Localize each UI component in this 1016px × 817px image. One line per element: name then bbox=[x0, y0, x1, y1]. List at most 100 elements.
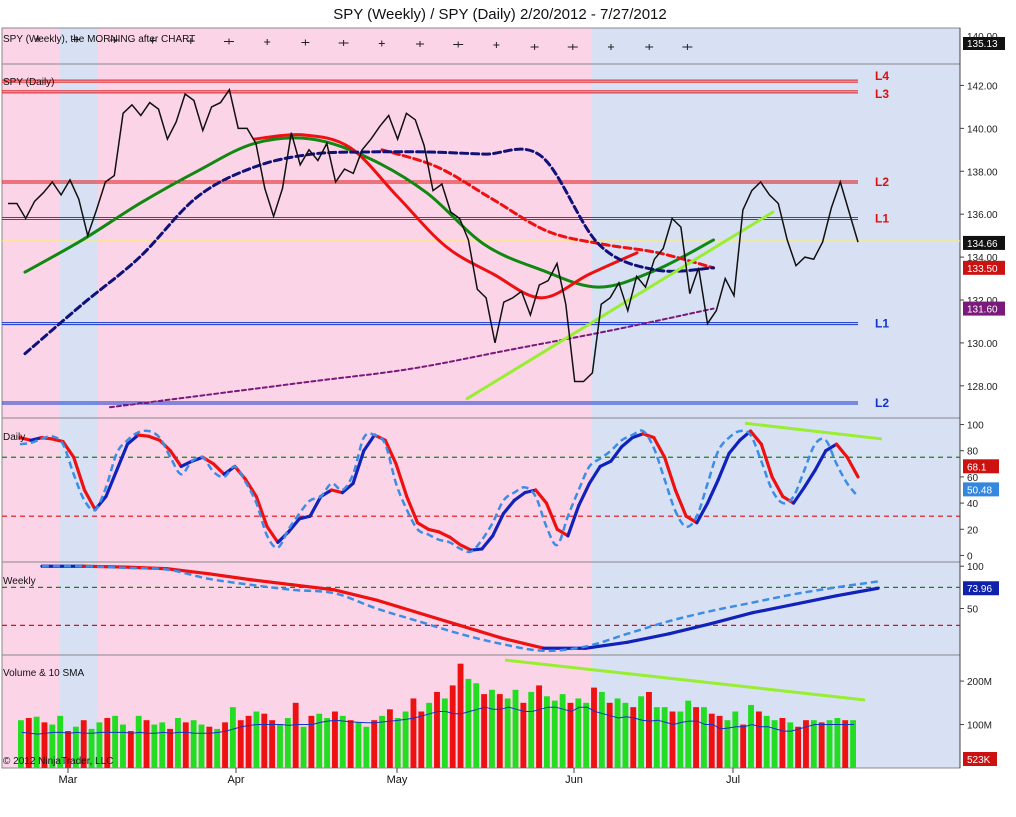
daily-stoch-label: Daily bbox=[3, 432, 25, 443]
level-label-l2: L2 bbox=[875, 396, 889, 410]
level-label-l1: L1 bbox=[875, 211, 889, 225]
volume-bar bbox=[120, 724, 126, 768]
stoch-k-segment bbox=[136, 433, 151, 438]
volume-badge: 523K bbox=[967, 755, 991, 766]
volume-bar bbox=[371, 720, 378, 768]
volume-bar bbox=[449, 685, 456, 768]
volume-bar bbox=[308, 715, 315, 768]
volume-bar bbox=[379, 715, 385, 768]
volume-bar bbox=[198, 724, 205, 768]
volume-bar bbox=[834, 718, 841, 768]
y-tick-label: 142.00 bbox=[967, 81, 998, 92]
volume-bar bbox=[292, 702, 299, 768]
volume-bar bbox=[489, 689, 495, 768]
volume-bar bbox=[740, 724, 747, 768]
shade-band bbox=[592, 28, 960, 768]
volume-bar bbox=[693, 707, 699, 768]
volume-bar bbox=[614, 698, 621, 768]
volume-bar bbox=[347, 720, 354, 768]
level-label-l4: L4 bbox=[875, 69, 889, 83]
volume-bar bbox=[653, 707, 660, 768]
level-label-l1: L1 bbox=[875, 317, 889, 331]
volume-bar bbox=[245, 715, 252, 768]
volume-bar bbox=[779, 718, 786, 768]
volume-bar bbox=[481, 694, 488, 768]
volume-bar bbox=[465, 678, 472, 768]
y-tick-label: 138.00 bbox=[967, 167, 998, 178]
volume-bar bbox=[214, 728, 221, 768]
volume-bar bbox=[700, 707, 707, 768]
price-badge: 135.13 bbox=[967, 39, 998, 50]
x-tick-label: May bbox=[387, 774, 408, 786]
volume-bar bbox=[434, 691, 440, 768]
volume-bar bbox=[583, 702, 590, 768]
volume-bar bbox=[339, 715, 346, 768]
volume-bar bbox=[559, 694, 566, 768]
volume-bar bbox=[426, 702, 433, 768]
price-axis: 140.00135.13142.00140.00138.00136.00134.… bbox=[960, 32, 1005, 766]
volume-bar bbox=[622, 702, 629, 768]
x-tick-label: Apr bbox=[227, 774, 244, 786]
shade-band bbox=[60, 28, 98, 768]
volume-bar bbox=[708, 713, 715, 768]
volume-bar bbox=[394, 718, 401, 768]
volume-bar bbox=[167, 728, 174, 768]
volume-bar bbox=[143, 720, 150, 768]
level-label-l3: L3 bbox=[875, 87, 889, 101]
price-badge: 133.50 bbox=[967, 264, 998, 275]
volume-bar bbox=[669, 711, 676, 768]
y-tick-label: 0 bbox=[967, 551, 973, 562]
volume-bar bbox=[135, 715, 142, 768]
volume-bar bbox=[661, 707, 668, 768]
volume-panel-label: Volume & 10 SMA bbox=[3, 668, 84, 679]
volume-bar bbox=[551, 700, 558, 768]
volume-bar bbox=[418, 711, 425, 768]
volume-bar bbox=[716, 715, 723, 768]
chart-title: SPY (Weekly) / SPY (Daily) 2/20/2012 - 7… bbox=[333, 6, 667, 23]
volume-bar bbox=[300, 726, 307, 768]
volume-bar bbox=[386, 709, 393, 768]
volume-bar bbox=[269, 720, 276, 768]
price-badge: 131.60 bbox=[967, 305, 998, 316]
volume-bar bbox=[159, 722, 166, 768]
volume-bar bbox=[261, 713, 268, 768]
y-tick-label: 128.00 bbox=[967, 382, 998, 393]
stoch-badge: 68.1 bbox=[967, 462, 987, 473]
x-tick-label: Jul bbox=[726, 774, 740, 786]
y-tick-label: 20 bbox=[967, 525, 979, 536]
volume-bar bbox=[528, 691, 535, 768]
price-panel-label: SPY (Daily) bbox=[3, 77, 55, 88]
volume-bar bbox=[222, 722, 228, 768]
y-tick-label: 130.00 bbox=[967, 339, 998, 350]
y-tick-label: 136.00 bbox=[967, 210, 998, 221]
level-label-l2: L2 bbox=[875, 175, 889, 189]
volume-bar bbox=[810, 720, 817, 768]
volume-bar bbox=[473, 683, 480, 768]
y-tick-label: 80 bbox=[967, 447, 979, 458]
volume-bar bbox=[127, 731, 134, 768]
volume-bar bbox=[677, 711, 684, 768]
volume-bar bbox=[363, 726, 370, 768]
volume-bar bbox=[504, 698, 511, 768]
volume-bar bbox=[410, 698, 417, 768]
volume-bar bbox=[441, 698, 448, 768]
volume-bar bbox=[638, 696, 645, 768]
x-tick-label: Mar bbox=[59, 774, 78, 786]
y-tick-label: 60 bbox=[967, 473, 979, 484]
volume-bar bbox=[732, 711, 739, 768]
volume-bar bbox=[842, 720, 849, 768]
volume-bar bbox=[771, 720, 778, 768]
copyright-footer: © 2012 NinjaTrader, LLC bbox=[3, 756, 113, 767]
volume-bar bbox=[787, 722, 794, 768]
y-tick-label: 100M bbox=[967, 721, 992, 732]
price-badge: 134.66 bbox=[967, 239, 998, 250]
volume-bar bbox=[591, 687, 597, 768]
volume-bar bbox=[277, 724, 283, 768]
volume-bar bbox=[175, 718, 181, 768]
y-tick-label: 100 bbox=[967, 562, 984, 573]
volume-bar bbox=[496, 694, 503, 768]
chart-svg: SPY (Weekly) / SPY (Daily) 2/20/2012 - 7… bbox=[1, 6, 1005, 786]
volume-bar bbox=[748, 704, 754, 768]
y-tick-label: 50 bbox=[967, 605, 979, 616]
y-tick-label: 140.00 bbox=[967, 124, 998, 135]
